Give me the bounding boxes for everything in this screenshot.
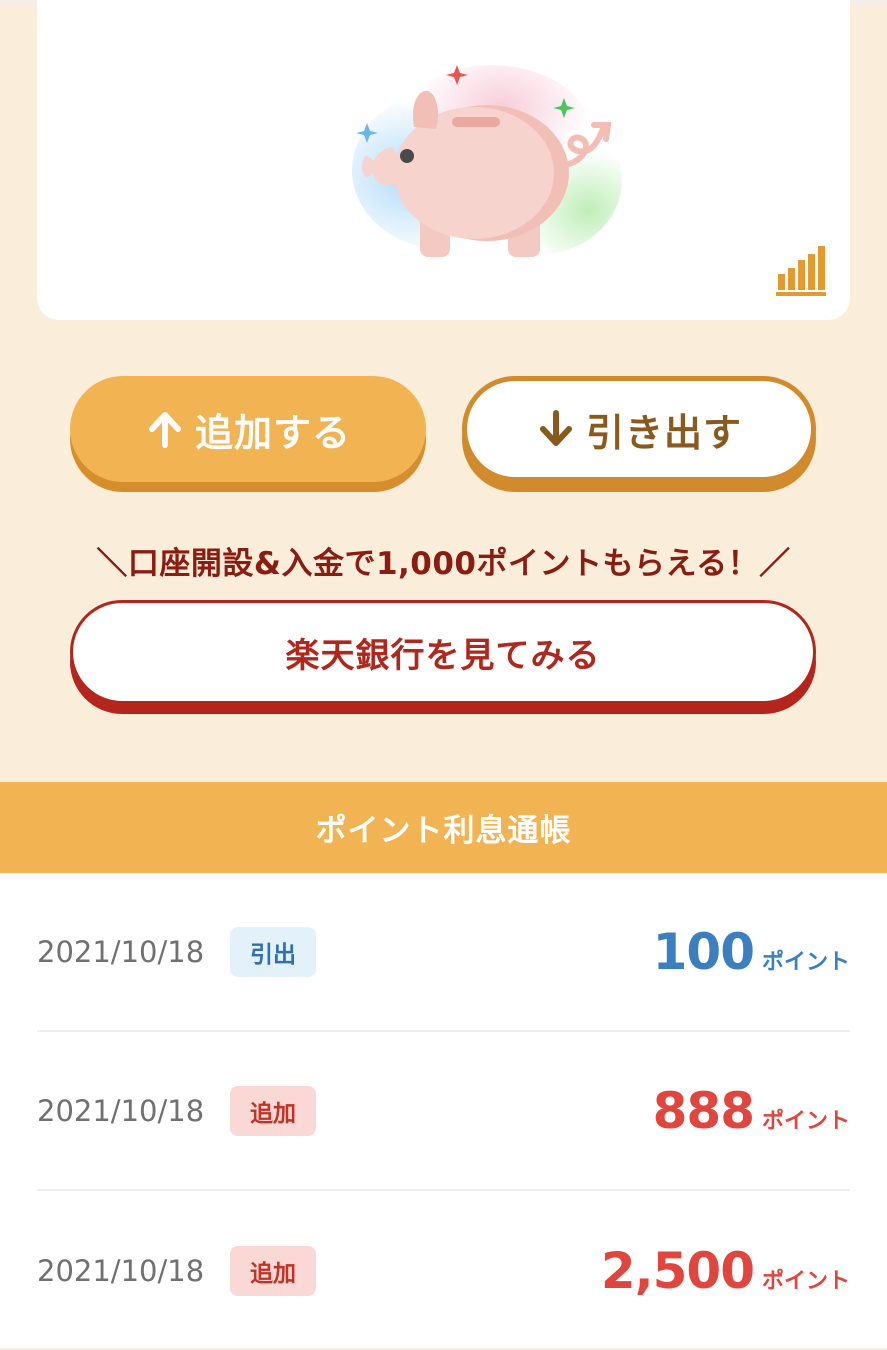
entry-type-badge: 引出: [230, 926, 316, 977]
entry-amount: 2,500 ポイント: [601, 1242, 850, 1300]
rakuten-bank-button[interactable]: 楽天銀行を見てみる: [70, 600, 816, 704]
passbook-title: ポイント利息通帳: [315, 813, 572, 849]
withdraw-button-label: 引き出す: [585, 410, 742, 455]
list-item: 2021/10/18 引出 100 ポイント: [37, 873, 850, 1032]
entry-amount-value: 888: [652, 1081, 755, 1140]
entry-date: 2021/10/18: [37, 934, 205, 969]
hero-card: [37, 0, 850, 320]
piggy-bank-icon: [352, 65, 622, 257]
entry-amount-value: 100: [652, 922, 755, 981]
entry-amount-unit: ポイント: [761, 949, 850, 975]
entry-amount-value: 2,500: [600, 1241, 755, 1300]
entry-date: 2021/10/18: [37, 1093, 205, 1128]
entry-date: 2021/10/18: [37, 1253, 205, 1288]
list-item: 2021/10/18 追加 888 ポイント: [37, 1032, 850, 1191]
passbook-list: 2021/10/18 引出 100 ポイント 2021/10/18 追加 888…: [0, 873, 887, 1348]
bar-chart-icon[interactable]: [774, 244, 828, 298]
entry-type-badge: 追加: [230, 1085, 316, 1136]
promo-text: ＼口座開設&入金で1,000ポイントもらえる！／: [96, 546, 791, 582]
entry-amount-unit: ポイント: [761, 1268, 850, 1294]
entry-amount: 888 ポイント: [653, 1082, 850, 1140]
add-button[interactable]: 追加する: [70, 376, 426, 482]
list-item: 2021/10/18 追加 2,500 ポイント: [37, 1191, 850, 1350]
arrow-down-icon: [539, 410, 572, 446]
passbook-header: ポイント利息通帳: [0, 782, 887, 873]
entry-amount: 100 ポイント: [653, 923, 850, 981]
rakuten-bank-button-label: 楽天銀行を見てみる: [285, 635, 601, 676]
arrow-up-icon: [148, 412, 181, 448]
withdraw-button[interactable]: 引き出す: [462, 376, 816, 482]
entry-amount-unit: ポイント: [761, 1108, 850, 1134]
add-button-label: 追加する: [194, 410, 351, 455]
entry-type-badge: 追加: [230, 1245, 316, 1296]
